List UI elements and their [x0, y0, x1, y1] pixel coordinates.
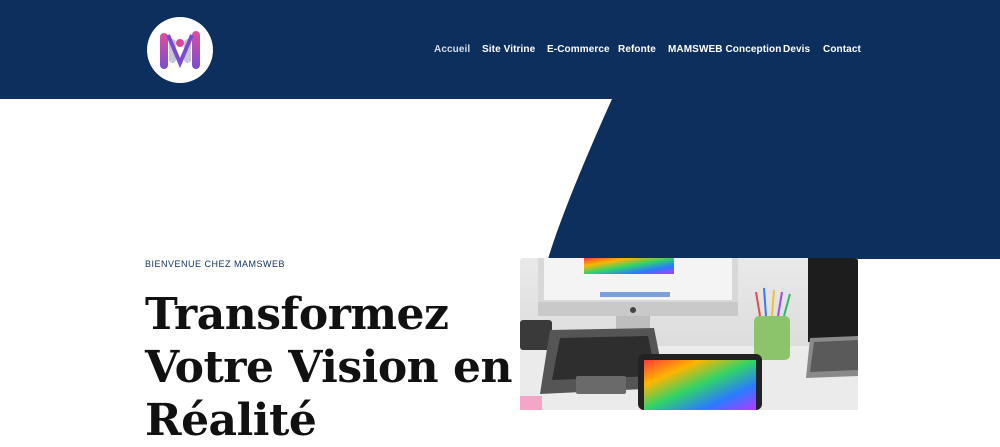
nav-item-mamsweb-conception[interactable]: MAMSWEB Conception: [668, 44, 781, 55]
hero-eyebrow: BIENVENUE CHEZ MAMSWEB: [145, 259, 286, 269]
headline-line-1: Transformez: [145, 289, 449, 340]
nav-item-contact[interactable]: Contact: [823, 44, 861, 55]
desk-computers-photo: [520, 258, 858, 410]
hero-headline: Transformez Votre Vision en Réalité: [145, 288, 512, 447]
nav-item-site-vitrine[interactable]: Site Vitrine: [482, 44, 535, 55]
headline-line-3: Réalité: [145, 395, 317, 446]
nav-item-e-commerce[interactable]: E-Commerce: [547, 44, 610, 55]
site-header: Accueil Site Vitrine E-Commerce Refonte …: [0, 0, 1000, 99]
nav-item-refonte[interactable]: Refonte: [618, 44, 656, 55]
nav-item-devis[interactable]: Devis: [783, 44, 810, 55]
nav-item-accueil[interactable]: Accueil: [434, 44, 470, 55]
main-nav: Accueil Site Vitrine E-Commerce Refonte …: [0, 44, 1000, 58]
headline-line-2: Votre Vision en: [145, 342, 512, 393]
